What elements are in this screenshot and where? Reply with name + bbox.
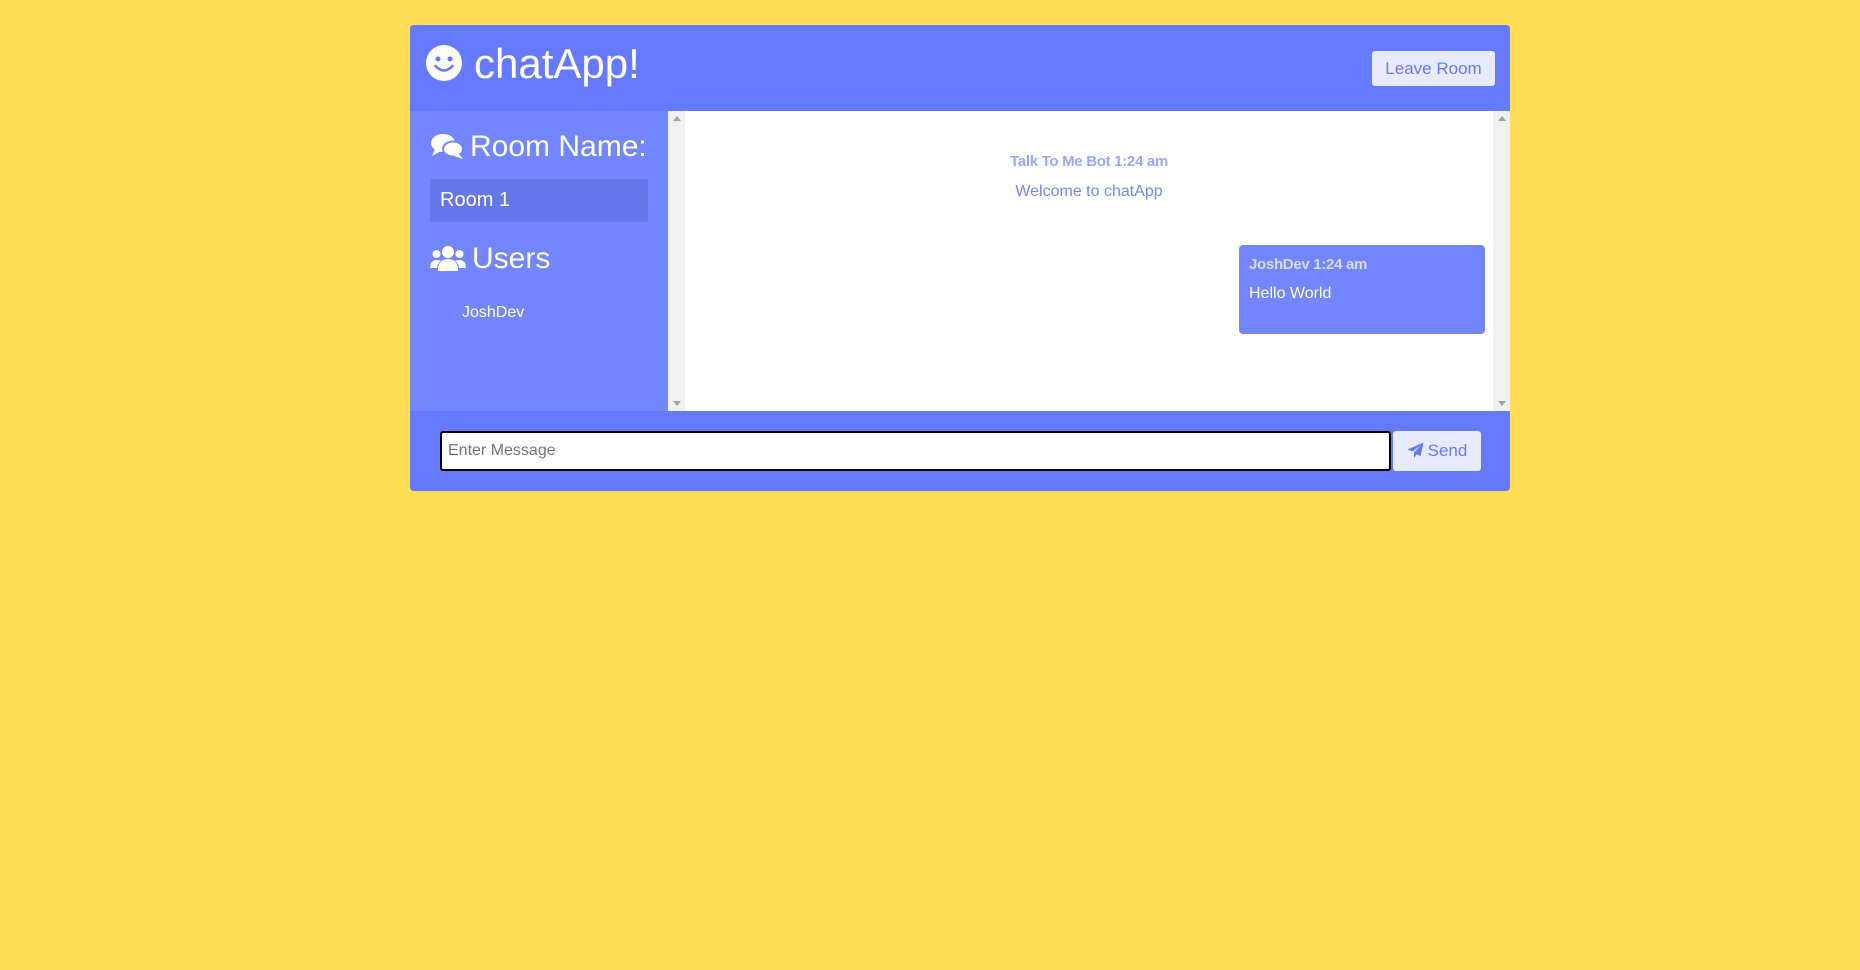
message-list[interactable]: Talk To Me Bot 1:24 am Welcome to chatAp…	[668, 111, 1510, 411]
right-scrollbar[interactable]	[1493, 111, 1510, 411]
user-message: JoshDev 1:24 am Hello World	[1239, 245, 1485, 334]
scroll-up-arrow-icon[interactable]	[673, 116, 681, 121]
comments-icon	[430, 130, 470, 163]
paper-plane-icon	[1407, 441, 1428, 460]
message-text: Hello World	[1249, 285, 1332, 302]
bot-message: Talk To Me Bot 1:24 am Welcome to chatAp…	[685, 151, 1493, 203]
user-list: JoshDev	[462, 301, 524, 325]
users-heading: Users	[430, 241, 550, 277]
scroll-up-arrow-icon[interactable]	[1498, 116, 1506, 121]
room-name-value: Room 1	[430, 179, 648, 222]
sidebar: Room Name: Room 1 Users JoshDev	[410, 111, 668, 411]
left-scrollbar[interactable]	[668, 111, 685, 411]
smile-icon	[425, 44, 463, 82]
app-header: chatApp! Leave Room	[410, 25, 1510, 111]
message-meta: Talk To Me Bot 1:24 am	[1010, 153, 1168, 170]
message-meta: JoshDev 1:24 am	[1249, 256, 1368, 273]
message-text: Welcome to chatApp	[1015, 183, 1163, 200]
room-name-heading: Room Name:	[430, 129, 647, 165]
scroll-down-arrow-icon[interactable]	[1498, 401, 1506, 406]
message-input[interactable]	[440, 431, 1391, 471]
room-name-label: Room Name:	[470, 130, 647, 163]
users-icon	[430, 242, 472, 275]
leave-room-button[interactable]: Leave Room	[1372, 51, 1495, 86]
user-list-item: JoshDev	[462, 304, 525, 321]
send-label: Send	[1427, 441, 1468, 460]
app-title: chatApp!	[474, 40, 640, 87]
users-label: Users	[472, 242, 551, 275]
message-composer: Send	[410, 411, 1510, 491]
scroll-down-arrow-icon[interactable]	[673, 401, 681, 406]
chat-app: chatApp! Leave Room Room Name: Room 1 Us…	[410, 25, 1510, 491]
send-button[interactable]: Send	[1393, 431, 1481, 471]
